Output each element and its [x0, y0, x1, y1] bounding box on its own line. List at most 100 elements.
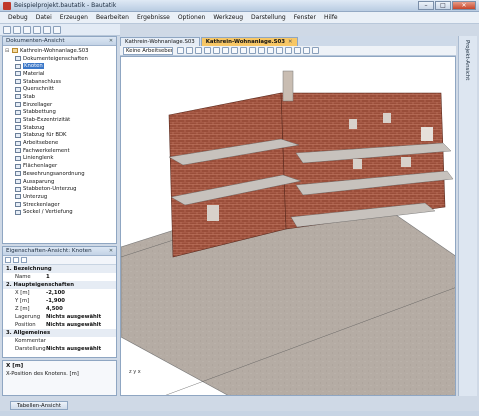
maximize-button[interactable]: □ — [435, 1, 451, 10]
tab-close-icon[interactable]: ✕ — [288, 39, 293, 45]
panel-close-icon[interactable]: ✕ — [108, 38, 114, 44]
tree-item[interactable]: Flächenlager — [5, 162, 116, 170]
menu-optionen[interactable]: Optionen — [174, 14, 210, 21]
categorized-icon[interactable] — [5, 257, 11, 263]
view-iso-icon[interactable] — [258, 47, 265, 54]
prop-value[interactable]: Nichts ausgewählt — [46, 345, 116, 353]
tree-item[interactable]: Stabbettung — [5, 109, 116, 117]
tree-item-label: Dokumenteigenschaften — [23, 55, 88, 62]
view-side-icon[interactable] — [240, 47, 247, 54]
tree-item[interactable]: Dokumenteigenschaften — [5, 55, 116, 63]
zoom-icon[interactable] — [213, 47, 220, 54]
undo-icon[interactable] — [33, 25, 41, 34]
view-top-icon[interactable] — [249, 47, 256, 54]
tree-item[interactable]: Stabanschluss — [5, 78, 116, 86]
tree-item[interactable]: Bewehrungsanordnung — [5, 170, 116, 178]
prop-value[interactable]: -2,100 — [46, 289, 116, 297]
menu-hilfe[interactable]: Hilfe — [320, 14, 342, 21]
prop-value[interactable]: 4,500 — [46, 305, 116, 313]
axis-indicator: z y x — [129, 369, 141, 375]
measure-icon[interactable] — [294, 47, 301, 54]
view-front-icon[interactable] — [231, 47, 238, 54]
prop-row[interactable]: Darstellung Nichts ausgewählt — [3, 345, 116, 353]
tree-item[interactable]: Material — [5, 70, 116, 78]
zoom-fit-icon[interactable] — [222, 47, 229, 54]
tree-item[interactable]: Aussparung — [5, 178, 116, 186]
prop-key: Z [m] — [15, 306, 30, 312]
menu-fenster[interactable]: Fenster — [290, 14, 320, 21]
menu-bearbeiten[interactable]: Bearbeiten — [92, 14, 133, 21]
menu-werkzeug[interactable]: Werkzeug — [209, 14, 247, 21]
tree-item[interactable]: Fachwerkelement — [5, 147, 116, 155]
panel-close-icon[interactable]: ✕ — [108, 248, 114, 254]
tree-item-label: Streckenlager — [23, 201, 60, 208]
pointer-icon[interactable] — [177, 47, 184, 54]
tree-item[interactable]: Stabbeton-Unterzug — [5, 185, 116, 193]
project-view-strip[interactable]: Projekt-Ansicht — [458, 36, 477, 396]
document-panel: Dokumenten-Ansicht ✕ ⊟ Kathrein-Wohnanla… — [2, 36, 117, 244]
prop-category[interactable]: 3. Allgemeines — [3, 329, 116, 337]
item-icon — [15, 171, 21, 177]
tree-item[interactable]: Stabzug für BDK — [5, 132, 116, 140]
section-icon[interactable] — [285, 47, 292, 54]
redo-icon[interactable] — [43, 25, 51, 34]
table-view-tab[interactable]: Tabellen-Ansicht — [10, 401, 68, 410]
main-toolbar — [0, 24, 120, 36]
tree-item[interactable]: Stab — [5, 93, 116, 101]
menu-ergebnisse[interactable]: Ergebnisse — [133, 14, 174, 21]
close-button[interactable]: ✕ — [452, 1, 476, 10]
select-icon[interactable] — [186, 47, 193, 54]
tree-item[interactable]: Stab-Exzentrizität — [5, 116, 116, 124]
filter-icon[interactable] — [21, 257, 27, 263]
menu-debug[interactable]: Debug — [4, 14, 32, 21]
tree-item-label: Linienglenk — [23, 155, 54, 162]
pan-icon[interactable] — [204, 47, 211, 54]
alphabetical-icon[interactable] — [13, 257, 19, 263]
tree-item[interactable]: Stabzug — [5, 124, 116, 132]
tree-item-selected[interactable]: Knoten — [5, 62, 116, 70]
rotate-icon[interactable] — [195, 47, 202, 54]
tree-item[interactable]: Unterzug — [5, 193, 116, 201]
layer-icon[interactable] — [312, 47, 319, 54]
tree-item[interactable]: Streckenlager — [5, 201, 116, 209]
doc-tab-active[interactable]: Kathrein-Wohnanlage.S03 ✕ — [200, 37, 298, 46]
project-icon — [12, 48, 18, 54]
tree-item[interactable]: Querschnitt — [5, 85, 116, 93]
prop-value[interactable]: Nichts ausgewählt — [46, 321, 116, 329]
prop-category[interactable]: 1. Bezeichnung — [3, 265, 116, 273]
tree-root[interactable]: ⊟ Kathrein-Wohnanlage.S03 — [5, 47, 116, 55]
prop-row[interactable]: Z [m] 4,500 — [3, 305, 116, 313]
working-plane-select[interactable]: Keine Arbeitsebene — [123, 46, 173, 55]
collapse-icon[interactable]: ⊟ — [5, 48, 10, 54]
wireframe-icon[interactable] — [276, 47, 283, 54]
new-icon[interactable] — [3, 25, 11, 34]
prop-row[interactable]: Lagerung Nichts ausgewählt — [3, 313, 116, 321]
prop-row[interactable]: Position Nichts ausgewählt — [3, 321, 116, 329]
prop-value[interactable]: -1,900 — [46, 297, 116, 305]
menu-erzeugen[interactable]: Erzeugen — [56, 14, 92, 21]
open-icon[interactable] — [13, 25, 21, 34]
prop-row[interactable]: X [m] -2,100 — [3, 289, 116, 297]
prop-value[interactable]: 1 — [46, 273, 116, 281]
print-icon[interactable] — [53, 25, 61, 34]
tree-item-label: Sockel / Vertiefung — [23, 209, 73, 216]
prop-value[interactable]: Nichts ausgewählt — [46, 313, 116, 321]
3d-viewport[interactable]: z y x — [120, 56, 456, 396]
tree-item[interactable]: Arbeitsebene — [5, 139, 116, 147]
prop-value[interactable] — [46, 337, 116, 345]
minimize-button[interactable]: – — [418, 1, 434, 10]
grid-icon[interactable] — [303, 47, 310, 54]
prop-category[interactable]: 2. Haupteigenschaften — [3, 281, 116, 289]
prop-row[interactable]: Name 1 — [3, 273, 116, 281]
tree-item[interactable]: Linienglenk — [5, 155, 116, 163]
prop-row[interactable]: Y [m] -1,900 — [3, 297, 116, 305]
save-icon[interactable] — [23, 25, 31, 34]
item-icon — [15, 209, 21, 215]
doc-tab[interactable]: Kathrein-Wohnanlage.S03 — [120, 37, 200, 46]
render-icon[interactable] — [267, 47, 274, 54]
tree-item[interactable]: Einzellager — [5, 101, 116, 109]
prop-row[interactable]: Kommentar — [3, 337, 116, 345]
menu-datei[interactable]: Datei — [32, 14, 56, 21]
tree-item[interactable]: Sockel / Vertiefung — [5, 208, 116, 216]
menu-darstellung[interactable]: Darstellung — [247, 14, 290, 21]
